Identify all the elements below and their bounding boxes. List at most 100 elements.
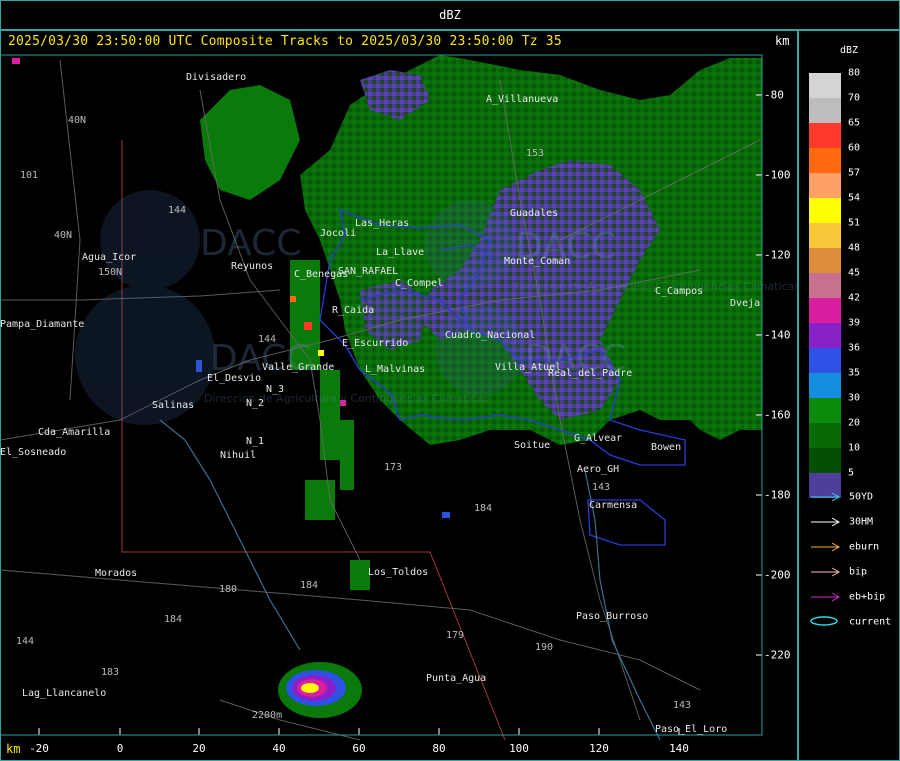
route-label: 144 <box>168 205 187 216</box>
current-cell-icon <box>810 616 838 626</box>
route-label: 180 <box>219 584 238 595</box>
track-legend-label: bip <box>849 566 868 578</box>
place-label: Paso_El_Loro <box>655 724 728 735</box>
legend-level-label: 36 <box>848 342 861 354</box>
legend-level-label: 42 <box>848 292 861 304</box>
legend-swatch-39 <box>809 323 841 348</box>
place-label: El_Desvio <box>207 373 262 384</box>
place-label: Las_Heras <box>355 218 410 229</box>
route-label: 101 <box>20 170 39 181</box>
route-label: 183 <box>101 667 120 678</box>
place-label: Soitue <box>514 440 551 451</box>
y-tick: -140 <box>764 328 791 342</box>
track-arrow-icon <box>811 592 841 602</box>
y-axis-unit: km <box>775 34 790 48</box>
x-tick: 20 <box>192 742 206 755</box>
legend-swatch-60 <box>809 148 841 173</box>
route-label: 2200m <box>252 710 283 721</box>
x-tick: 0 <box>116 742 124 755</box>
y-tick: -120 <box>764 248 791 262</box>
place-label: Reyunos <box>231 261 274 272</box>
legend-swatch-48 <box>809 248 841 273</box>
legend-swatch-20 <box>809 423 841 448</box>
route-label: 143 <box>592 482 611 493</box>
route-label: 179 <box>446 630 465 641</box>
legend-level-label: 20 <box>848 417 861 429</box>
x-tick: 100 <box>509 742 529 755</box>
track-arrow-icon <box>811 542 841 552</box>
x-tick: 80 <box>432 742 446 755</box>
place-label: C_Compel <box>395 278 444 289</box>
place-label: Carmensa <box>589 500 638 511</box>
y-tick: -160 <box>764 408 791 422</box>
place-label: Los_Toldos <box>368 567 429 578</box>
place-label: R_Caida <box>332 305 375 316</box>
place-label: Guadales <box>510 208 559 219</box>
legend-level-label: 60 <box>848 142 861 154</box>
route-label: 190 <box>535 642 554 653</box>
route-label: 40N <box>54 230 73 241</box>
route-label: 184 <box>474 503 493 514</box>
legend-swatch-10 <box>809 448 841 473</box>
echo-storm-cell <box>278 662 362 718</box>
track-legend-label: eburn <box>849 541 880 553</box>
legend-level-label: 30 <box>848 392 861 404</box>
route-label: 184 <box>300 580 319 591</box>
legend-level-label: 45 <box>848 267 861 279</box>
watermark-logo-1: DACC <box>200 223 301 264</box>
track-legend-label: 30HM <box>849 516 874 528</box>
place-label: Morados <box>95 568 138 579</box>
y-tick: -100 <box>764 168 791 182</box>
place-label: Cuadro_Nacional <box>445 330 536 341</box>
legend-level-label: 10 <box>848 442 861 454</box>
route-label: 173 <box>384 462 403 473</box>
place-label: Lag_Llancanelo <box>22 688 107 699</box>
legend-level-label: 65 <box>848 117 861 129</box>
track-arrow-icon <box>811 517 841 527</box>
route-label: 40N <box>68 115 87 126</box>
x-tick: 60 <box>352 742 366 755</box>
legend-swatch-35 <box>809 373 841 398</box>
place-label: Punta_Agua <box>426 673 487 684</box>
x-tick: 40 <box>272 742 286 755</box>
place-label: L_Malvinas <box>365 364 426 375</box>
y-tick: -80 <box>764 88 784 102</box>
legend-swatch-30 <box>809 398 841 423</box>
place-label: A_Villanueva <box>486 94 559 105</box>
radar-map[interactable]: DACC DACC DACC DACC Direccion de Agricul… <box>0 53 798 761</box>
x-tick: -20 <box>29 742 49 755</box>
legend-level-label: 5 <box>848 467 855 479</box>
place-label: Bowen <box>651 442 682 453</box>
place-label: Cda_Amarilla <box>38 427 111 438</box>
track-legend-label: eb+bip <box>849 591 886 603</box>
place-label: Nihuil <box>220 450 257 461</box>
route-label: 150N <box>98 267 123 278</box>
legend-level-label: 51 <box>848 217 861 229</box>
legend-swatch-42 <box>809 298 841 323</box>
legend-level-label: 57 <box>848 167 861 179</box>
legend-level-label: 70 <box>848 92 861 104</box>
legend-title: dBZ <box>840 45 859 56</box>
place-label: Dveja <box>730 298 761 309</box>
y-tick: -200 <box>764 568 791 582</box>
route-label: 184 <box>164 614 183 625</box>
route-label: 143 <box>673 700 692 711</box>
place-label: Agua_Icor <box>82 252 137 263</box>
legend-level-label: 80 <box>848 67 861 79</box>
place-label: Villa_Atuel <box>495 362 562 373</box>
place-label: Salinas <box>152 400 195 411</box>
place-label: Pampa_Diamante <box>0 319 85 330</box>
place-label: Aero_GH <box>577 464 620 475</box>
y-tick: -180 <box>764 488 791 502</box>
x-tick: 120 <box>589 742 609 755</box>
place-label: N_1 <box>246 436 265 447</box>
track-arrow-icon <box>811 567 841 577</box>
place-label: N_2 <box>246 398 265 409</box>
legend-level-label: 54 <box>848 192 861 204</box>
place-label: SAN_RAFAEL <box>338 266 399 277</box>
legend-swatch-80 <box>809 73 841 98</box>
place-label: La_Llave <box>376 247 425 258</box>
track-legend-label: current <box>849 616 892 628</box>
track-arrow-icon <box>811 492 841 502</box>
composite-tracks-subtitle: 2025/03/30 23:50:00 UTC Composite Tracks… <box>8 34 562 49</box>
